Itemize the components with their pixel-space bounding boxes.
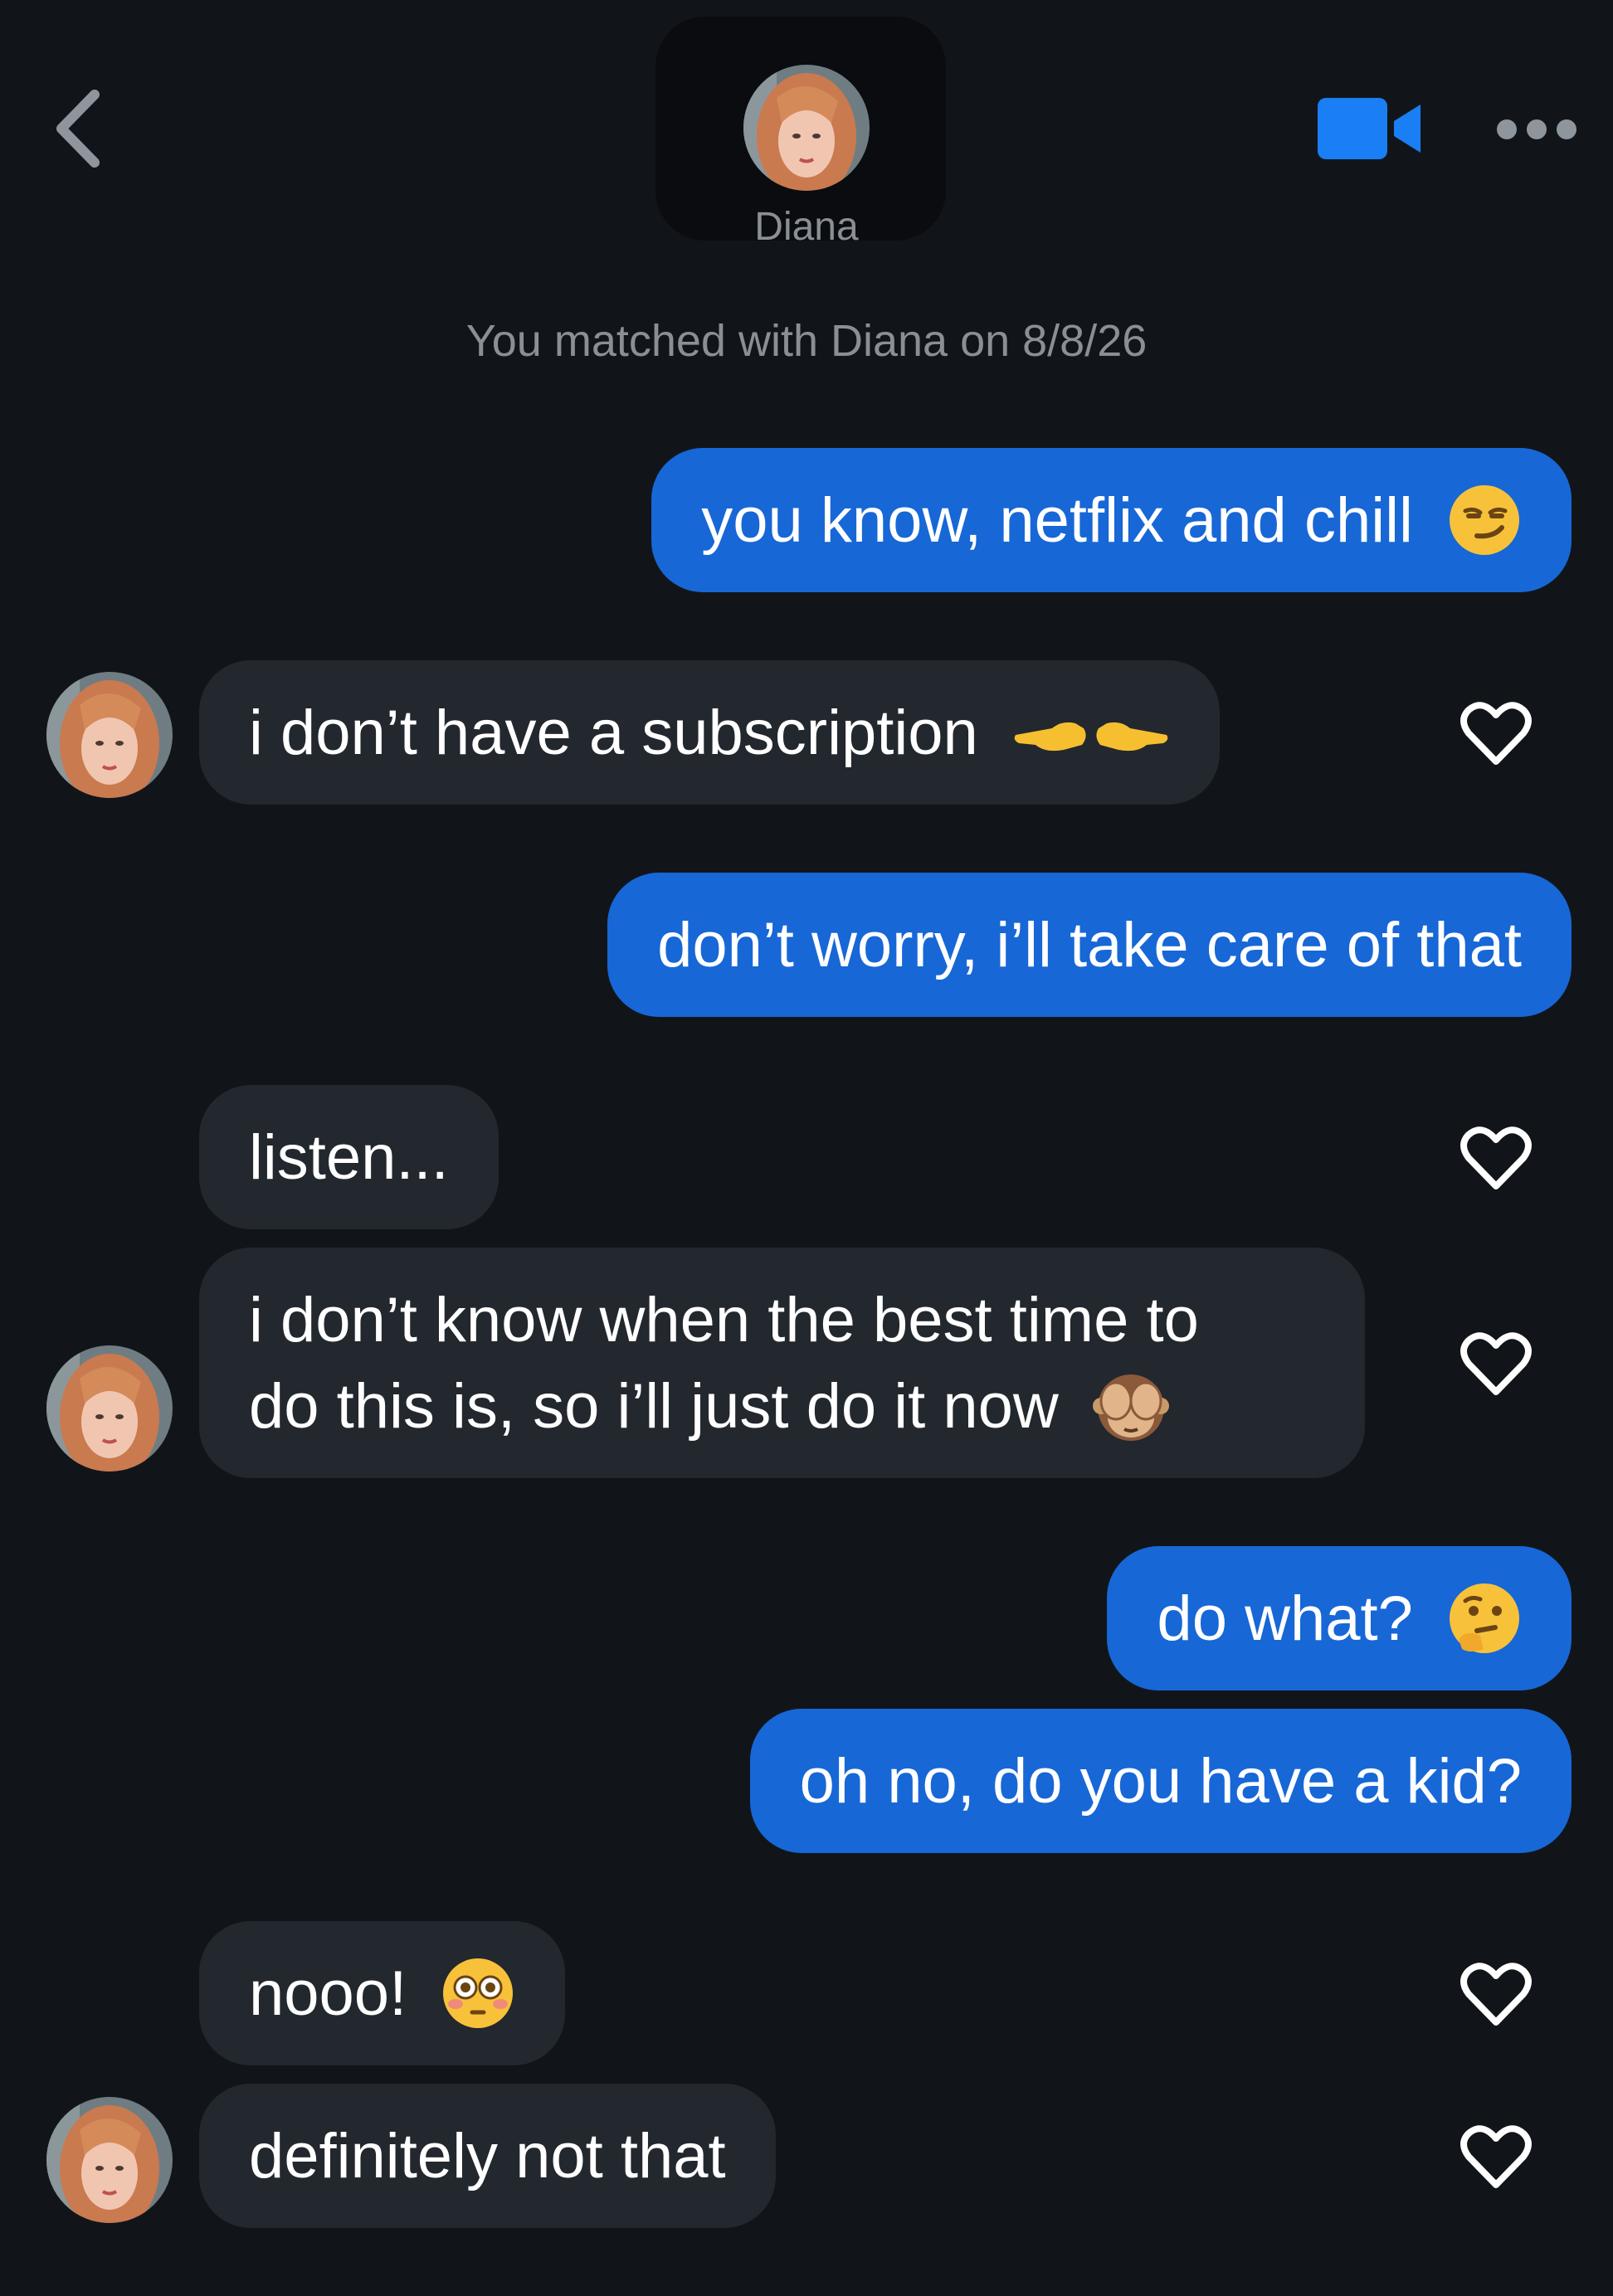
sent-message[interactable]: do what? xyxy=(1107,1546,1572,1690)
like-button[interactable] xyxy=(1457,1956,1535,2034)
video-call-button[interactable] xyxy=(1318,96,1424,163)
heart-icon xyxy=(1460,702,1532,765)
received-message[interactable]: nooo! xyxy=(199,1921,566,2065)
message-text: oh no, do you have a kid? xyxy=(799,1746,1522,1817)
heart-icon xyxy=(1460,1332,1532,1395)
message-text: do this is, so i’ll just do it now xyxy=(249,1371,1059,1442)
profile-photo xyxy=(46,1345,173,1471)
received-message[interactable]: definitely not that xyxy=(199,2084,776,2228)
ellipsis-icon xyxy=(1497,119,1576,139)
like-button[interactable] xyxy=(1457,1326,1535,1403)
header-avatar[interactable] xyxy=(743,65,870,191)
message-text: i don’t have a subscription xyxy=(249,698,978,768)
message-text: do what? xyxy=(1157,1583,1413,1654)
chevron-left-icon xyxy=(56,90,100,168)
smirking-face-icon xyxy=(1450,484,1519,555)
received-message[interactable]: listen... xyxy=(199,1085,499,1229)
sent-message[interactable]: you know, netflix and chill xyxy=(651,448,1572,592)
message-text: you know, netflix and chill xyxy=(701,485,1413,556)
profile-photo xyxy=(46,672,173,798)
received-message[interactable]: i don’t have a subscription xyxy=(199,660,1220,805)
like-button[interactable] xyxy=(1457,695,1535,773)
profile-photo xyxy=(743,65,870,191)
message-text: definitely not that xyxy=(249,2121,726,2191)
message-text: nooo! xyxy=(249,1958,407,2029)
contact-avatar[interactable] xyxy=(46,1345,173,1471)
match-note: You matched with Diana on 8/8/26 xyxy=(465,316,1148,366)
message-text: don’t worry, i’ll take care of that xyxy=(657,910,1522,980)
back-button[interactable] xyxy=(46,83,113,174)
message-line-2: do this is, so i’ll just do it now xyxy=(249,1364,1199,1450)
flushed-face-icon xyxy=(443,1958,514,2028)
heart-icon xyxy=(1460,1126,1532,1189)
pointing-hands-icon xyxy=(1014,722,1168,752)
contact-avatar[interactable] xyxy=(46,2097,173,2223)
like-button[interactable] xyxy=(1457,1120,1535,1198)
sent-message[interactable]: oh no, do you have a kid? xyxy=(749,1709,1572,1853)
sent-message[interactable]: don’t worry, i’ll take care of that xyxy=(607,873,1572,1017)
thinking-face-icon xyxy=(1450,1583,1519,1653)
video-camera-icon xyxy=(1318,98,1421,159)
heart-icon xyxy=(1460,1963,1532,2026)
header-name: Diana xyxy=(754,205,859,249)
like-button[interactable] xyxy=(1457,2118,1535,2196)
contact-avatar[interactable] xyxy=(46,672,173,798)
see-no-evil-monkey-icon xyxy=(1092,1374,1169,1441)
profile-photo xyxy=(46,2097,173,2223)
more-options-button[interactable] xyxy=(1494,113,1580,146)
message-line: i don’t know when the best time to xyxy=(249,1285,1199,1355)
message-text: listen... xyxy=(249,1122,449,1193)
heart-icon xyxy=(1460,2125,1532,2188)
received-message[interactable]: i don’t know when the best time to do th… xyxy=(199,1248,1365,1478)
